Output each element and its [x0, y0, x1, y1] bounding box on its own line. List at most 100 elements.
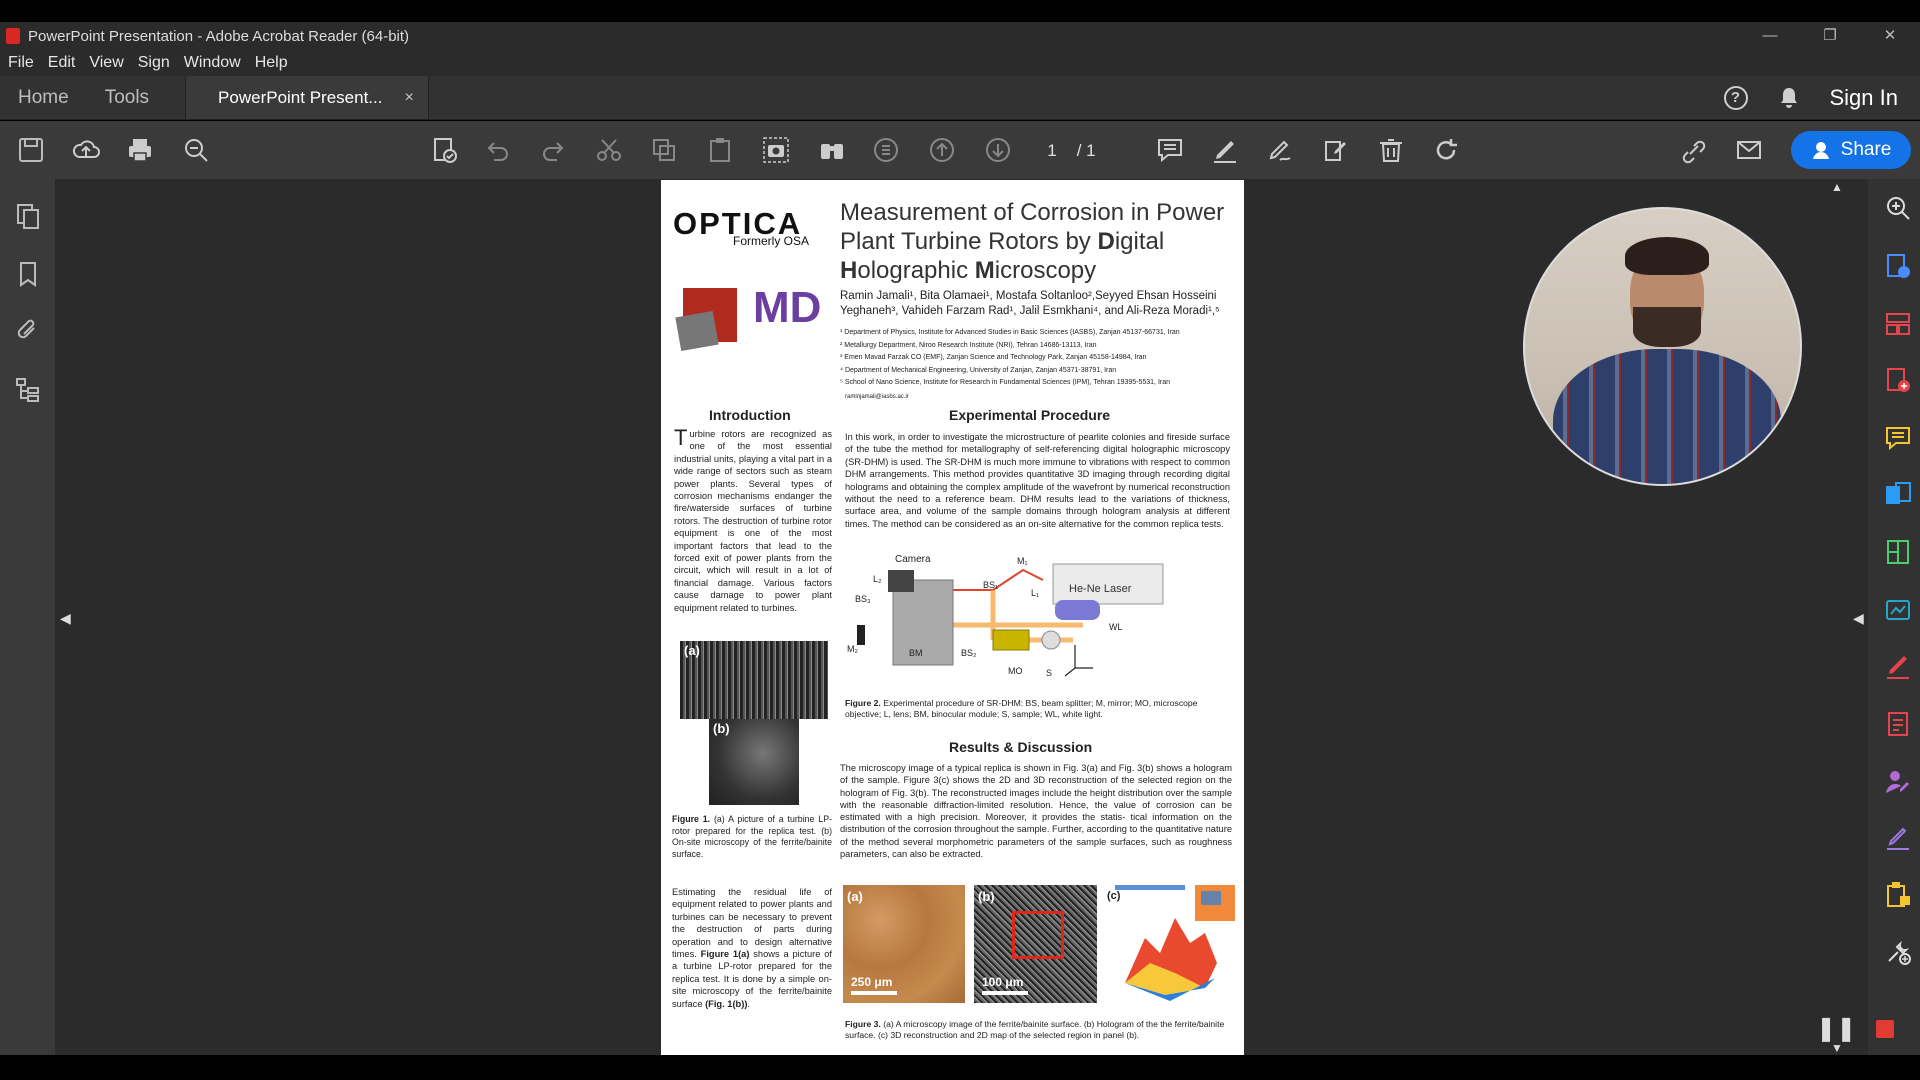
- collapse-right-panel-icon[interactable]: ◀: [1853, 610, 1864, 627]
- copy-icon[interactable]: [650, 136, 678, 164]
- link-pen-icon[interactable]: [1680, 136, 1708, 164]
- fill-sign-tool-icon[interactable]: [1884, 652, 1912, 680]
- email-envelope-icon[interactable]: [1735, 136, 1763, 164]
- upload-cloud-icon[interactable]: [72, 136, 100, 164]
- previous-page-icon[interactable]: [928, 136, 956, 164]
- stop-recording-icon[interactable]: [1876, 1019, 1895, 1038]
- total-pages: / 1: [1076, 141, 1096, 160]
- tab-home[interactable]: Home: [0, 76, 87, 119]
- bookmarks-icon[interactable]: [14, 260, 42, 288]
- figure-3a-scale-bar: [851, 991, 897, 995]
- poster-affiliations: ¹ Department of Physics, Institute for A…: [840, 327, 1240, 390]
- attachments-paperclip-icon[interactable]: [14, 316, 42, 344]
- scan-ocr-icon[interactable]: [1884, 596, 1912, 624]
- menu-file[interactable]: File: [8, 54, 34, 72]
- scroll-up-icon[interactable]: ▲: [1831, 180, 1843, 194]
- combine-files-icon[interactable]: [1884, 480, 1912, 508]
- menu-edit[interactable]: Edit: [48, 54, 76, 72]
- menu-sign[interactable]: Sign: [138, 54, 170, 72]
- figure-1-label: Figure 1.: [672, 814, 711, 824]
- cut-icon[interactable]: [595, 136, 623, 164]
- menu-window[interactable]: Window: [184, 54, 241, 72]
- compress-pdf-icon[interactable]: [1884, 538, 1912, 566]
- create-pdf-icon[interactable]: [1884, 366, 1912, 394]
- figure-3b-hologram-image: (b) 100 μm: [974, 885, 1097, 1003]
- menu-help[interactable]: Help: [255, 54, 288, 72]
- print-icon[interactable]: [126, 136, 154, 164]
- bell-icon[interactable]: [1778, 86, 1800, 110]
- pause-recording-icon[interactable]: ❚❚: [1816, 1014, 1856, 1043]
- share-button[interactable]: Share: [1791, 131, 1911, 169]
- tab-document[interactable]: PowerPoint Present... ×: [185, 76, 429, 119]
- figure-3-label: Figure 3.: [845, 1019, 881, 1029]
- restore-button[interactable]: ❐: [1800, 22, 1860, 50]
- label-camera: Camera: [895, 554, 931, 565]
- window-controls: — ❐ ✕: [1740, 22, 1920, 50]
- affiliation-line: ⁴ Department of Mechanical Engineering, …: [840, 366, 1117, 374]
- protect-document-icon[interactable]: [1884, 880, 1912, 908]
- delete-trash-icon[interactable]: [1377, 136, 1405, 164]
- zoom-in-search-icon[interactable]: [1884, 194, 1912, 222]
- more-tools-icon[interactable]: [1884, 938, 1912, 966]
- figure-3b-label: (b): [978, 889, 995, 904]
- estimating-end: .: [747, 998, 751, 1009]
- figure-2-label: Figure 2.: [845, 698, 881, 708]
- current-page-input[interactable]: 1: [1040, 141, 1064, 161]
- experimental-heading: Experimental Procedure: [949, 407, 1111, 423]
- label-m2: M₂: [847, 644, 858, 654]
- snapshot-camera-icon[interactable]: [762, 136, 790, 164]
- webcam-presenter-beard: [1633, 307, 1701, 347]
- md-logo: MD: [753, 283, 822, 332]
- comment-icon[interactable]: [1156, 136, 1184, 164]
- menu-view[interactable]: View: [89, 54, 123, 72]
- content-tree-icon[interactable]: [14, 376, 42, 404]
- help-icon[interactable]: ?: [1723, 85, 1748, 110]
- save-icon[interactable]: [17, 136, 45, 164]
- page-thumbnails-icon[interactable]: [14, 202, 42, 230]
- microscope-objective: [992, 629, 1030, 651]
- minimize-button[interactable]: —: [1740, 22, 1800, 50]
- scroll-down-icon[interactable]: ▼: [1831, 1041, 1843, 1055]
- sign-in-link[interactable]: Sign In: [1830, 85, 1899, 111]
- figure-3-caption-text: (a) A microscopy image of the ferrite/ba…: [845, 1019, 1225, 1040]
- fill-sign-icon[interactable]: [1322, 136, 1350, 164]
- title-part: D: [1097, 228, 1115, 255]
- close-tab-icon[interactable]: ×: [404, 89, 413, 107]
- select-tool-icon[interactable]: [872, 136, 900, 164]
- find-binoculars-icon[interactable]: [818, 136, 846, 164]
- menu-bar: File Edit View Sign Window Help: [0, 50, 1920, 76]
- export-pdf-icon[interactable]: [1884, 252, 1912, 280]
- pdf-page: OPTICA Formerly OSA MD Measurement of Co…: [661, 180, 1244, 1055]
- close-window-button[interactable]: ✕: [1860, 22, 1920, 50]
- user-share-icon: [1812, 142, 1829, 159]
- introduction-body: urbine rotors are recognized as one of t…: [674, 429, 832, 613]
- highlight-pen-icon[interactable]: [1211, 136, 1239, 164]
- tab-tools[interactable]: Tools: [87, 76, 167, 119]
- organize-pages-icon[interactable]: [1884, 310, 1912, 338]
- vertical-scrollbar[interactable]: ▲ ▼: [1826, 180, 1848, 1055]
- figure-3b-scale-bar: [982, 991, 1028, 995]
- edit-pdf-icon[interactable]: [1884, 710, 1912, 738]
- main-toolbar: [0, 121, 1920, 179]
- figure-3c-label: (c): [1107, 890, 1121, 902]
- collapse-left-panel-icon[interactable]: ◀: [60, 610, 71, 627]
- redo-icon[interactable]: [539, 136, 567, 164]
- request-signature-icon[interactable]: [1884, 768, 1912, 796]
- results-heading: Results & Discussion: [949, 739, 1093, 755]
- paste-icon[interactable]: [706, 136, 734, 164]
- header-right: ? Sign In: [1723, 76, 1920, 119]
- experimental-text: In this work, in order to investigate th…: [845, 432, 1230, 529]
- zoom-out-icon[interactable]: [182, 136, 210, 164]
- title-part: H: [840, 257, 858, 284]
- recording-controls: ❚❚: [1816, 1014, 1895, 1043]
- introduction-heading: Introduction: [709, 407, 791, 423]
- undo-icon[interactable]: [484, 136, 512, 164]
- figure-1b-image: (b): [709, 719, 799, 805]
- draw-signature-icon[interactable]: [1266, 136, 1294, 164]
- laser-label: He-Ne Laser: [1069, 583, 1132, 595]
- rotate-icon[interactable]: [1432, 136, 1460, 164]
- comment-tool-icon[interactable]: [1884, 424, 1912, 452]
- sign-pen-icon[interactable]: [1884, 824, 1912, 852]
- verify-document-icon[interactable]: [430, 136, 458, 164]
- next-page-icon[interactable]: [984, 136, 1012, 164]
